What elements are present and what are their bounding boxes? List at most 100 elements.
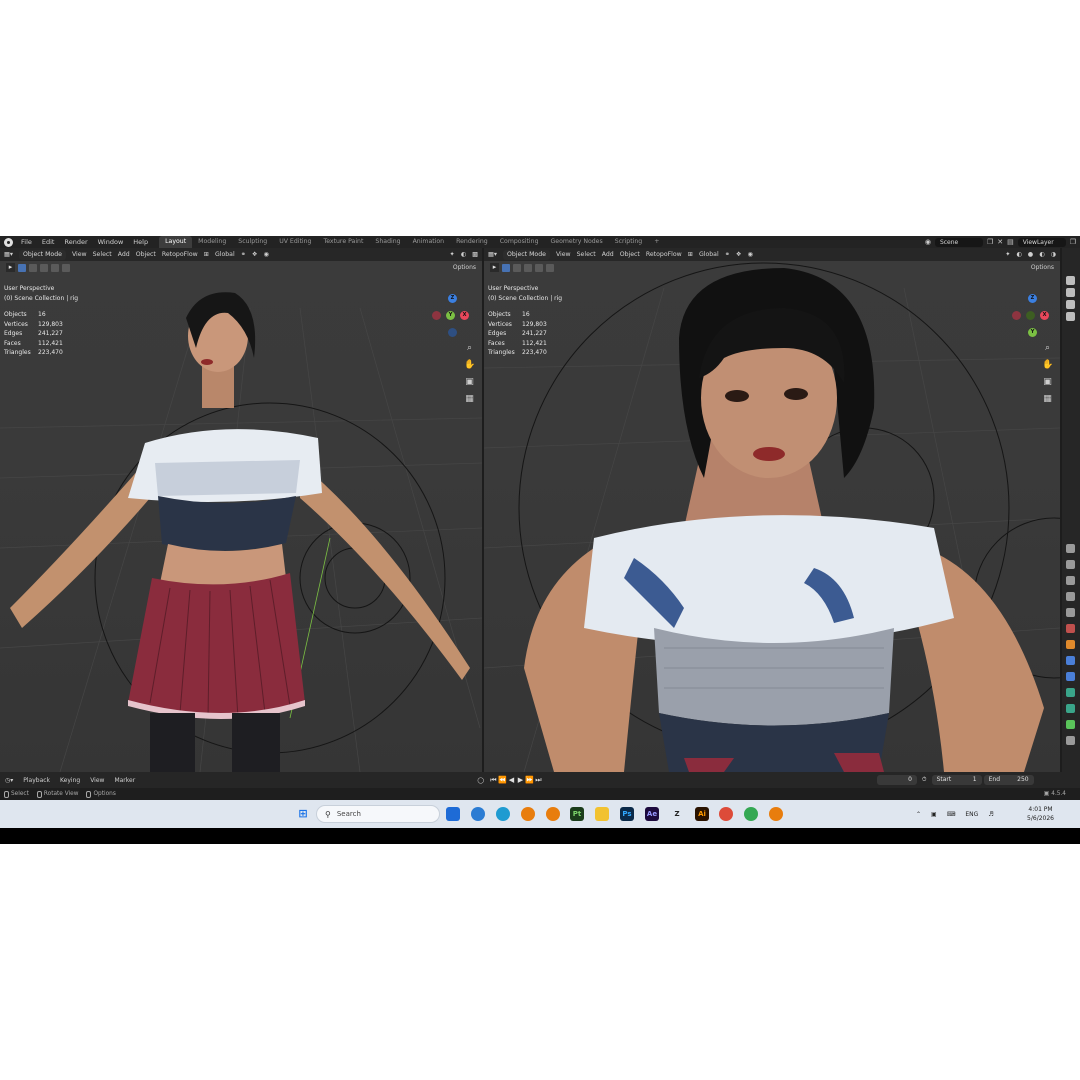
- axis-y[interactable]: Y: [1028, 328, 1037, 337]
- navigation-gizmo-right[interactable]: Z X Y: [1012, 294, 1052, 337]
- select-new-icon[interactable]: [18, 263, 26, 272]
- pivot-icon[interactable]: ⚭: [241, 251, 246, 258]
- modifier-icon[interactable]: [1066, 656, 1075, 665]
- mode-selector[interactable]: Object Mode: [502, 249, 550, 260]
- axis-x-neg[interactable]: [432, 311, 441, 320]
- jump-start-icon[interactable]: ⏮: [489, 776, 498, 785]
- perspective-toggle-icon[interactable]: ▦: [464, 394, 475, 405]
- menu-view[interactable]: View: [556, 251, 571, 258]
- mode-selector[interactable]: Object Mode: [18, 249, 66, 260]
- shading-solid-icon[interactable]: ●: [1028, 251, 1033, 258]
- tab-texture-paint[interactable]: Texture Paint: [317, 236, 369, 248]
- menu-edit[interactable]: Edit: [37, 238, 60, 246]
- gizmo-toggle-icon[interactable]: ✦: [450, 251, 455, 258]
- output-props-icon[interactable]: [1066, 576, 1075, 585]
- menu-file[interactable]: File: [16, 238, 37, 246]
- current-frame-field[interactable]: 0: [876, 775, 917, 785]
- editor-type-icon[interactable]: ▦▾: [4, 251, 13, 258]
- new-scene-icon[interactable]: ❐: [987, 238, 993, 246]
- menu-add[interactable]: Add: [118, 251, 130, 258]
- zbrush-icon[interactable]: Z: [670, 807, 684, 821]
- particles-icon[interactable]: [1066, 672, 1075, 681]
- pan-hand-icon[interactable]: ✋: [1042, 360, 1053, 371]
- viewport-right[interactable]: ▦▾ Object Mode View Select Add Object Re…: [484, 248, 1060, 772]
- select-extend-icon[interactable]: [513, 263, 521, 272]
- taskbar-clock[interactable]: 4:01 PM 5/6/2026: [1027, 805, 1054, 823]
- axis-x-neg[interactable]: [1012, 311, 1021, 320]
- select-invert-icon[interactable]: [51, 263, 59, 272]
- tab-layout[interactable]: Layout: [159, 236, 193, 248]
- task-view-icon[interactable]: [446, 807, 460, 821]
- overlay-toggle-icon[interactable]: ◐: [461, 251, 466, 258]
- tool-icon[interactable]: ▸: [6, 263, 15, 272]
- copilot-icon[interactable]: [471, 807, 485, 821]
- menu-window[interactable]: Window: [93, 238, 129, 246]
- shading-material-icon[interactable]: ◐: [1039, 251, 1044, 258]
- constraints-icon[interactable]: [1066, 704, 1075, 713]
- jump-next-keyframe-icon[interactable]: ⏩: [525, 776, 534, 785]
- material-icon[interactable]: [1066, 736, 1075, 745]
- menu-playback[interactable]: Playback: [18, 777, 55, 784]
- select-subtract-icon[interactable]: [524, 263, 532, 272]
- tab-compositing[interactable]: Compositing: [494, 236, 545, 248]
- blender-active-icon[interactable]: [769, 807, 783, 821]
- menu-select[interactable]: Select: [93, 251, 112, 258]
- axis-y[interactable]: Y: [446, 311, 455, 320]
- axis-z-neg[interactable]: [448, 328, 457, 337]
- new-viewlayer-icon[interactable]: ❐: [1070, 238, 1076, 246]
- menu-render[interactable]: Render: [59, 238, 92, 246]
- orientation-selector[interactable]: Global: [699, 251, 719, 258]
- menu-select[interactable]: Select: [577, 251, 596, 258]
- scene-icon[interactable]: [1066, 312, 1075, 321]
- axis-x[interactable]: X: [460, 311, 469, 320]
- blender-logo-icon[interactable]: [4, 237, 13, 247]
- file-explorer-icon[interactable]: [595, 807, 609, 821]
- axis-x[interactable]: X: [1040, 311, 1049, 320]
- end-frame-field[interactable]: End 250: [983, 775, 1034, 785]
- shading-rendered-icon[interactable]: ◑: [1051, 251, 1060, 258]
- gizmo-toggle-icon[interactable]: ✦: [1005, 251, 1010, 258]
- painter-icon[interactable]: Pt: [570, 807, 584, 821]
- windows-start-icon[interactable]: ⊞: [296, 807, 310, 821]
- zoom-icon[interactable]: ⌕: [1042, 343, 1053, 354]
- play-icon[interactable]: ▶: [516, 776, 525, 785]
- timeline-editor-icon[interactable]: ◷▾: [0, 777, 18, 784]
- tab-geometry-nodes[interactable]: Geometry Nodes: [545, 236, 609, 248]
- tool-icon[interactable]: [1066, 544, 1075, 553]
- add-workspace-button[interactable]: +: [648, 236, 665, 248]
- menu-object[interactable]: Object: [136, 251, 156, 258]
- data-icon[interactable]: [1066, 720, 1075, 729]
- jump-end-icon[interactable]: ⏭: [534, 776, 543, 785]
- viewport-left[interactable]: ▦▾ Object Mode View Select Add Object Re…: [0, 248, 482, 772]
- camera-view-icon[interactable]: ▣: [464, 377, 475, 388]
- editor-type-icon[interactable]: ▦▾: [488, 251, 497, 258]
- blender-app-icon-2[interactable]: [546, 807, 560, 821]
- snap-icon[interactable]: ❖: [252, 251, 258, 258]
- overlay-toggle-icon[interactable]: ◐: [1016, 251, 1021, 258]
- taskbar-search[interactable]: ⚲ Search: [316, 805, 440, 823]
- tool-icon[interactable]: ▸: [490, 263, 499, 272]
- axis-y-neg[interactable]: [1026, 311, 1035, 320]
- tab-rendering[interactable]: Rendering: [450, 236, 494, 248]
- language-indicator[interactable]: ENG: [965, 811, 978, 818]
- photoshop-icon[interactable]: Ps: [620, 807, 634, 821]
- menu-keying[interactable]: Keying: [55, 777, 85, 784]
- jump-prev-keyframe-icon[interactable]: ⏪: [498, 776, 507, 785]
- keyboard-icon[interactable]: ⌨: [947, 811, 956, 818]
- delete-scene-icon[interactable]: ✕: [997, 238, 1003, 246]
- play-reverse-icon[interactable]: ◀: [507, 776, 516, 785]
- chrome-icon[interactable]: [719, 807, 733, 821]
- collection-icon[interactable]: [1066, 608, 1075, 617]
- auto-keying-icon[interactable]: ◯: [472, 777, 489, 784]
- proportional-edit-icon[interactable]: ◉: [747, 251, 752, 258]
- select-intersect-icon[interactable]: [546, 263, 554, 272]
- blender-app-icon[interactable]: [521, 807, 535, 821]
- options-dropdown[interactable]: Options: [453, 264, 476, 271]
- axis-z[interactable]: Z: [448, 294, 457, 303]
- select-invert-icon[interactable]: [535, 263, 543, 272]
- render-props-icon[interactable]: [1066, 560, 1075, 569]
- physics-icon[interactable]: [1066, 688, 1075, 697]
- edge-icon[interactable]: [496, 807, 510, 821]
- scene-selector[interactable]: Scene: [934, 237, 983, 247]
- select-extend-icon[interactable]: [29, 263, 37, 272]
